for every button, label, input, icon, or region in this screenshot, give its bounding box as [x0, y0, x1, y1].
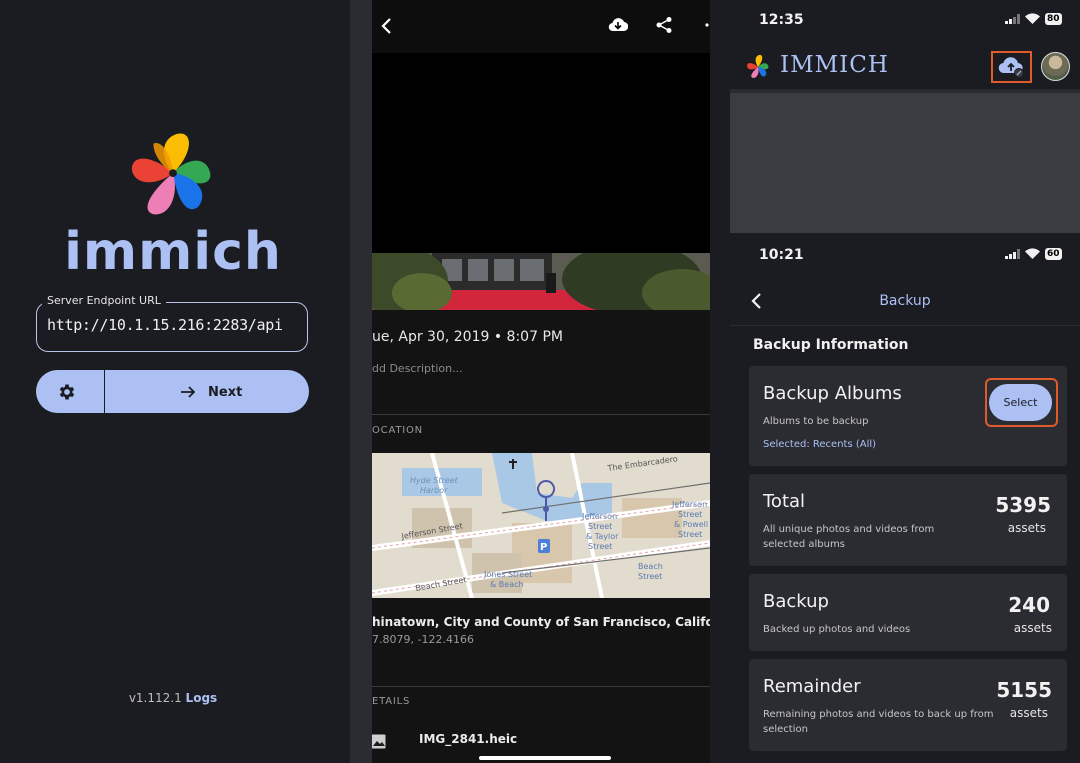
panel-gap	[350, 0, 372, 763]
signal-icon	[1005, 249, 1020, 259]
card-title: Total	[763, 491, 806, 512]
photo-content	[372, 253, 710, 310]
map-label: Jefferson	[581, 512, 617, 521]
card-subtitle: All unique photos and videos from select…	[763, 524, 935, 550]
map-label: & Taylor	[586, 532, 619, 541]
svg-text:P: P	[540, 542, 547, 553]
next-button[interactable]: Next	[180, 382, 242, 402]
highlight-box	[985, 378, 1058, 427]
total-unit: assets	[1007, 521, 1046, 535]
details-heading: ETAILS	[372, 696, 411, 707]
card-subtitle: Backed up photos and videos	[763, 624, 911, 635]
location-coords: 7.8079, -122.4166	[372, 633, 474, 646]
login-screen: immich Server Endpoint URL http://10.1.1…	[0, 0, 350, 763]
gear-icon[interactable]	[57, 382, 77, 402]
app-wordmark: immich	[64, 222, 282, 282]
map-label: & Powell	[674, 520, 708, 529]
highlight-box	[991, 51, 1032, 83]
nav-divider	[730, 325, 1080, 326]
map-label: Street	[588, 542, 612, 551]
remainder-card: Remainder Remaining photos and videos to…	[749, 659, 1067, 751]
content-placeholder	[730, 93, 1080, 233]
location-heading: OCATION	[372, 425, 423, 436]
map-label: Jefferson	[671, 500, 707, 509]
card-title: Remainder	[763, 676, 861, 697]
map-label: & Beach	[490, 580, 524, 589]
signal-icon	[1005, 14, 1020, 24]
backup-card: Backup Backed up photos and videos 240 a…	[749, 574, 1067, 651]
photo-detail-screen: ue, Apr 30, 2019 • 8:07 PM dd Descriptio…	[372, 0, 710, 763]
total-card: Total All unique photos and videos from …	[749, 474, 1067, 566]
divider	[372, 414, 710, 415]
remainder-count: 5155	[996, 678, 1052, 702]
image-icon	[372, 734, 386, 749]
map-label: Street	[678, 510, 702, 519]
battery-indicator: 80	[1045, 13, 1062, 25]
status-time: 10:21	[759, 247, 804, 263]
home-indicator	[479, 756, 611, 760]
map-label: Harbor	[420, 486, 448, 495]
next-button-label: Next	[208, 384, 243, 400]
divider	[372, 686, 710, 687]
cloud-download-icon[interactable]	[608, 16, 628, 34]
photo-image[interactable]	[372, 253, 710, 310]
server-url-value[interactable]: http://10.1.15.216:2283/api	[47, 316, 283, 334]
card-subtitle: Remaining photos and videos to back up f…	[763, 709, 994, 735]
share-icon[interactable]	[655, 16, 673, 34]
location-place: hinatown, City and County of San Francis…	[372, 615, 710, 629]
map-label: Street	[678, 530, 702, 539]
card-subtitle: Albums to be backup	[763, 416, 869, 427]
version-info: v1.112.1 Logs	[0, 691, 346, 705]
panel-gap	[710, 0, 730, 763]
wifi-icon	[1025, 13, 1040, 24]
card-title: Backup	[763, 591, 829, 612]
map-label: Jones Street	[483, 570, 532, 579]
immich-logo-icon	[131, 133, 211, 215]
home-title: IMMICH	[780, 52, 889, 78]
map-label: Beach	[638, 562, 663, 571]
immich-logo-icon	[747, 54, 769, 78]
section-heading: Backup Information	[753, 337, 909, 353]
selected-albums: Selected: Recents (All)	[763, 439, 877, 450]
page-title: Backup	[879, 293, 931, 309]
backup-count: 240	[1008, 593, 1050, 617]
version-text: v1.112.1	[128, 691, 182, 705]
description-field[interactable]: dd Description...	[372, 362, 463, 375]
remainder-unit: assets	[1009, 706, 1048, 720]
avatar[interactable]	[1041, 52, 1070, 81]
logs-link[interactable]: Logs	[186, 691, 218, 705]
map-label: Hyde Street	[410, 476, 459, 485]
total-count: 5395	[995, 493, 1051, 517]
status-time: 12:35	[759, 12, 804, 28]
wifi-icon	[1025, 248, 1040, 259]
map-label: Street	[588, 522, 612, 531]
photo-date: ue, Apr 30, 2019 • 8:07 PM	[372, 329, 563, 345]
backup-unit: assets	[1013, 621, 1052, 635]
map-label: Street	[638, 572, 662, 581]
arrow-right-icon	[181, 386, 196, 398]
back-chevron-icon[interactable]	[380, 17, 392, 35]
app-screens: 12:35 80 IMMICH 10:21 60 Backup Backup I…	[730, 0, 1080, 763]
button-divider	[104, 370, 105, 413]
file-name: IMG_2841.heic	[419, 732, 518, 746]
server-url-label: Server Endpoint URL	[42, 294, 166, 307]
location-map[interactable]: Hyde Street Harbor The Embarcadero Jeffe…	[372, 453, 710, 598]
battery-indicator: 60	[1045, 248, 1062, 260]
map-content: Hyde Street Harbor The Embarcadero Jeffe…	[372, 453, 710, 598]
card-title: Backup Albums	[763, 383, 902, 404]
